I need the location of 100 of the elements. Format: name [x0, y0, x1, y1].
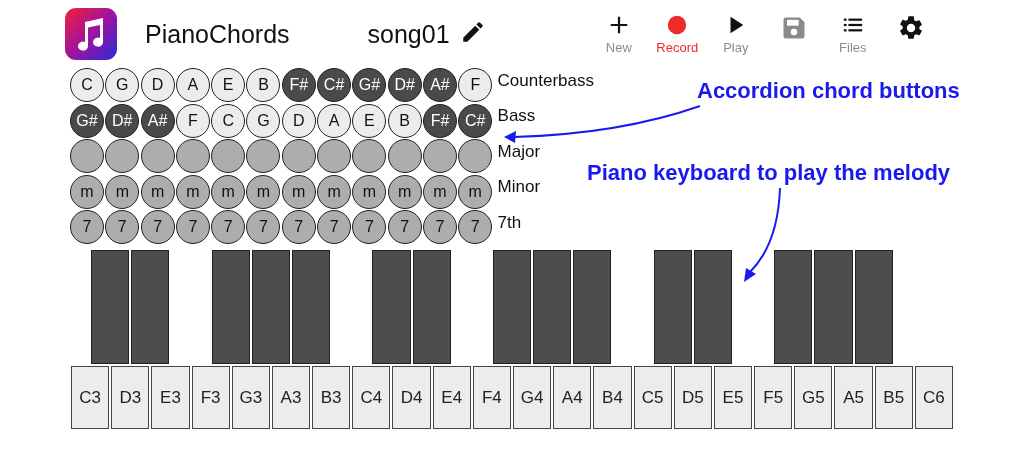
piano-key[interactable]: A3 [271, 366, 311, 429]
chord-button[interactable]: G [105, 68, 140, 102]
sharp-key[interactable] [91, 250, 130, 364]
annotation-text: Piano keyboard to play the melody [587, 160, 951, 186]
sharp-key[interactable] [573, 250, 612, 364]
chord-button[interactable]: C# [317, 68, 352, 102]
chord-button[interactable]: 7 [211, 210, 246, 244]
chord-button[interactable]: A# [140, 103, 175, 138]
chord-button[interactable]: D# [387, 68, 422, 102]
sharp-key[interactable] [131, 250, 170, 364]
chord-button[interactable] [246, 139, 281, 173]
piano-key[interactable]: F5 [754, 366, 793, 429]
chord-button[interactable]: m [352, 174, 387, 209]
piano-key[interactable]: G5 [794, 366, 833, 429]
piano-key[interactable]: B3 [312, 366, 351, 429]
piano-key[interactable]: C4 [352, 366, 391, 429]
chord-button[interactable]: m [175, 174, 210, 209]
chord-button[interactable]: F# [281, 68, 316, 102]
piano-key[interactable]: E3 [151, 366, 190, 429]
record-button[interactable]: Record [648, 6, 707, 62]
chord-button[interactable]: C# [458, 103, 493, 138]
chord-button[interactable]: C [211, 103, 246, 138]
chord-button[interactable]: B [246, 68, 281, 102]
chord-button[interactable] [422, 139, 457, 173]
piano-key[interactable]: E4 [432, 366, 471, 429]
chord-button[interactable] [70, 139, 104, 173]
chord-button[interactable]: F# [422, 103, 457, 138]
piano-key[interactable]: B5 [874, 366, 913, 429]
chord-button[interactable] [140, 139, 175, 173]
chord-button[interactable]: 7 [458, 210, 493, 244]
chord-button[interactable]: C [70, 68, 104, 102]
chord-button[interactable] [352, 139, 387, 173]
sharp-key[interactable] [412, 250, 451, 364]
chord-button[interactable]: m [105, 174, 140, 209]
sharp-key[interactable] [211, 250, 250, 364]
chord-button[interactable]: G [246, 103, 281, 138]
piano-key[interactable]: F4 [472, 366, 511, 429]
piano-key[interactable]: G4 [513, 366, 552, 429]
chord-button[interactable] [211, 139, 246, 173]
chord-button[interactable]: D# [105, 103, 140, 138]
chord-button[interactable]: m [387, 174, 422, 209]
piano-key[interactable]: D5 [673, 366, 712, 429]
chord-button[interactable]: B [387, 103, 422, 138]
sharp-key[interactable] [251, 250, 290, 364]
chord-button[interactable]: 7 [140, 210, 175, 244]
chord-button[interactable]: 7 [70, 210, 104, 244]
chord-button[interactable]: m [211, 174, 246, 209]
chord-button[interactable]: F [175, 103, 210, 138]
chord-button[interactable]: D [281, 103, 316, 138]
sharp-key[interactable] [533, 250, 572, 364]
piano-key[interactable]: C5 [633, 366, 672, 429]
chord-button[interactable]: A# [422, 68, 457, 102]
chord-button[interactable]: G# [352, 68, 387, 102]
chord-button[interactable] [458, 139, 493, 173]
sharp-key[interactable] [292, 250, 331, 364]
sharp-key[interactable] [492, 250, 532, 364]
song-name: song01 [367, 19, 450, 49]
chord-button[interactable]: 7 [105, 210, 140, 244]
piano-key[interactable]: F3 [191, 366, 230, 429]
play-button[interactable]: Play [706, 6, 766, 62]
chord-button[interactable]: m [422, 174, 457, 209]
piano-key[interactable]: D4 [392, 366, 431, 429]
chord-button[interactable]: E [211, 68, 246, 102]
chord-button[interactable]: 7 [422, 210, 457, 244]
chord-button[interactable]: F [458, 68, 493, 102]
piano-key[interactable]: E5 [713, 366, 753, 429]
piano-key[interactable]: C6 [914, 366, 953, 429]
chord-button[interactable]: A [317, 103, 352, 138]
sharp-key[interactable] [653, 250, 692, 364]
chord-button[interactable]: m [317, 174, 352, 209]
chord-button[interactable]: E [352, 103, 387, 138]
piano-key[interactable]: G3 [231, 366, 270, 429]
piano-key[interactable]: A4 [553, 366, 592, 429]
chord-button[interactable]: m [246, 174, 281, 209]
sharp-key[interactable] [774, 250, 813, 364]
piano-key[interactable]: B4 [593, 366, 632, 429]
chord-button[interactable]: G# [70, 103, 104, 138]
sharp-key[interactable] [854, 250, 893, 364]
new-button[interactable]: New [589, 6, 649, 62]
chord-button[interactable] [317, 139, 352, 173]
piano-key[interactable]: D3 [111, 366, 150, 429]
chord-button[interactable]: D [140, 68, 175, 102]
chord-button[interactable]: m [281, 174, 316, 209]
chord-button[interactable] [105, 139, 140, 173]
chord-button[interactable] [281, 139, 316, 173]
sharp-key[interactable] [693, 250, 732, 364]
chord-button[interactable]: m [70, 174, 104, 209]
chord-button[interactable]: A [175, 68, 210, 102]
chord-button[interactable]: 7 [281, 210, 316, 244]
chord-button[interactable]: 7 [387, 210, 422, 244]
chord-button[interactable] [175, 139, 210, 173]
chord-button[interactable]: m [140, 174, 175, 209]
chord-button[interactable]: 7 [317, 210, 352, 244]
piano-key[interactable]: C3 [71, 366, 110, 429]
chord-button[interactable]: m [458, 174, 493, 209]
chord-button[interactable]: 7 [175, 210, 210, 244]
chord-button[interactable]: 7 [352, 210, 387, 244]
chord-button[interactable] [387, 139, 422, 173]
chord-button[interactable]: 7 [246, 210, 281, 244]
piano-key[interactable]: A5 [834, 366, 873, 429]
